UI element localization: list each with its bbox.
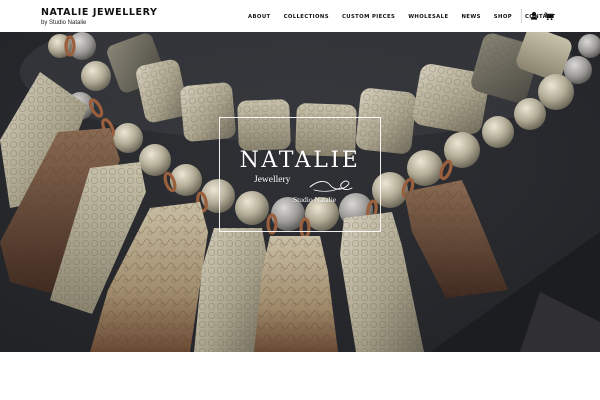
account-button[interactable] [529, 10, 539, 22]
nav-wholesale[interactable]: WHOLESALE [408, 12, 448, 22]
brand-logo-link[interactable]: NATALIE JEWELLERY by Studio Natalie [41, 7, 158, 27]
cart-button[interactable] [544, 10, 554, 22]
nav-collections[interactable]: COLLECTIONS [284, 12, 329, 22]
main-nav: ABOUT COLLECTIONS CUSTOM PIECES WHOLESAL… [248, 12, 555, 22]
nav-shop[interactable]: SHOP [494, 12, 512, 22]
user-icon [530, 12, 538, 20]
brand-tagline: by Studio Natalie [41, 20, 87, 26]
nav-about[interactable]: ABOUT [248, 12, 271, 22]
hero-logo-frame: NATALIE Jewellery Studio Natalie [219, 117, 381, 232]
hero-logo-studio: Studio Natalie [293, 195, 337, 204]
nav-news[interactable]: NEWS [461, 12, 480, 22]
logo-swash-icon [309, 180, 353, 192]
nav-custom-pieces[interactable]: CUSTOM PIECES [342, 12, 395, 22]
brand-name: NATALIE JEWELLERY [41, 7, 158, 18]
hero-logo-title: NATALIE [239, 148, 361, 173]
hero-banner: NATALIE Jewellery Studio Natalie [0, 32, 600, 352]
cart-icon [544, 12, 554, 21]
hero-logo-subtitle: Jewellery [254, 175, 291, 185]
nav-divider [521, 9, 522, 23]
site-header: NATALIE JEWELLERY by Studio Natalie ABOU… [0, 0, 600, 32]
